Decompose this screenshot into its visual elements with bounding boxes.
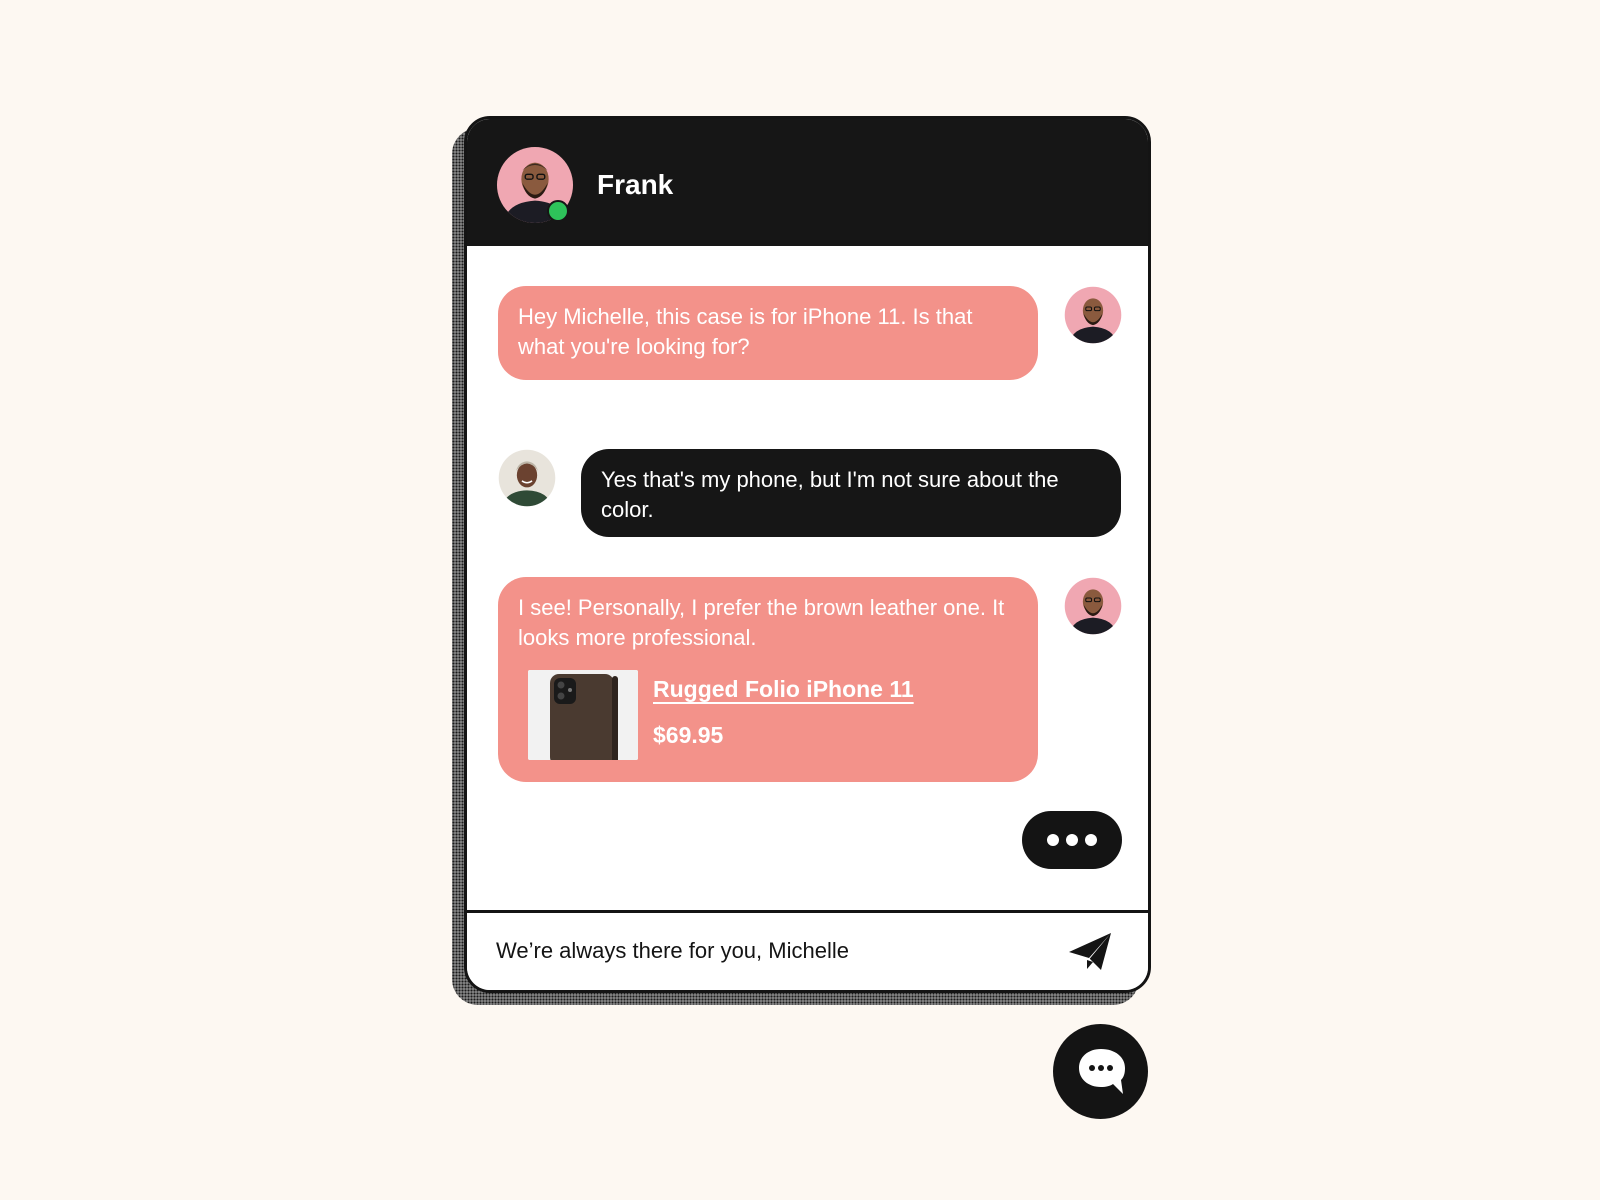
online-status-dot — [547, 200, 569, 222]
user-avatar-image — [498, 449, 556, 507]
send-button[interactable] — [1067, 930, 1113, 972]
agent-avatar-image — [1064, 577, 1122, 635]
product-image[interactable] — [528, 670, 638, 760]
agent-message-avatar — [1064, 286, 1122, 344]
chat-launcher-button[interactable] — [1053, 1024, 1148, 1119]
agent-avatar-image — [1064, 286, 1122, 344]
typing-dots-icon — [1022, 811, 1122, 869]
message-text: I see! Personally, I prefer the brown le… — [518, 595, 1005, 650]
product-name-link[interactable]: Rugged Folio iPhone 11 — [653, 674, 914, 704]
chat-widget: Frank Hey Michelle, this case is for iPh… — [464, 116, 1151, 993]
product-card[interactable]: Rugged Folio iPhone 11 $69.95 — [528, 670, 914, 760]
typing-dot — [1066, 834, 1078, 846]
message-composer — [467, 910, 1148, 990]
agent-name: Frank — [597, 169, 674, 200]
product-info: Rugged Folio iPhone 11 $69.95 — [653, 674, 914, 750]
message-input[interactable] — [496, 931, 1036, 971]
product-price: $69.95 — [653, 722, 724, 748]
chat-bubble-icon — [1078, 1048, 1125, 1094]
message-text: Yes that's my phone, but I'm not sure ab… — [601, 467, 1059, 522]
user-message-avatar — [498, 449, 556, 507]
user-message-bubble: Yes that's my phone, but I'm not sure ab… — [581, 449, 1121, 537]
phone-case-image — [528, 670, 638, 760]
message-text: Hey Michelle, this case is for iPhone 11… — [518, 304, 973, 359]
agent-message-bubble: I see! Personally, I prefer the brown le… — [498, 577, 1038, 782]
agent-message-avatar — [1064, 577, 1122, 635]
typing-dot — [1085, 834, 1097, 846]
chat-header: Frank — [467, 119, 1148, 246]
paper-plane-icon — [1069, 933, 1111, 970]
typing-dot — [1047, 834, 1059, 846]
agent-message-bubble: Hey Michelle, this case is for iPhone 11… — [498, 286, 1038, 380]
